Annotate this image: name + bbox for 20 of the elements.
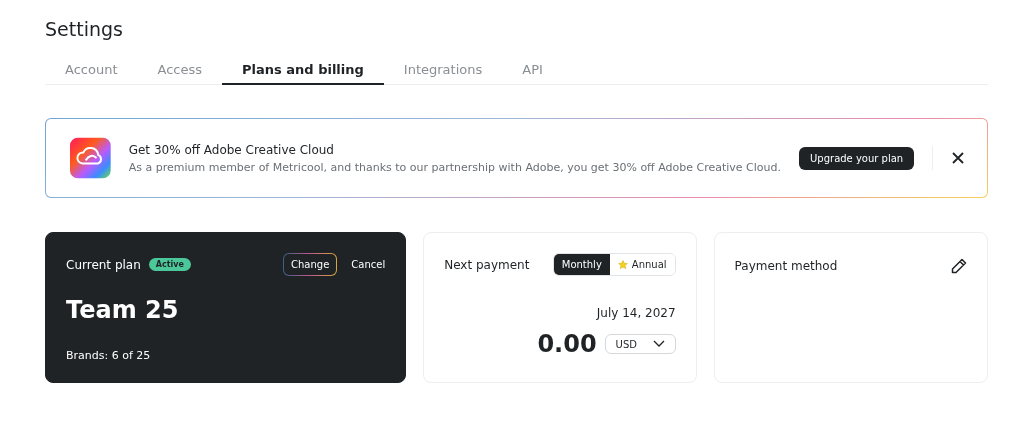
banner-message: As a premium member of Metricool, and thanks to our partnership with Adobe, you get 30% off Adobe Creative Cloud. [128,160,781,174]
payment-amount: 0.00 [537,330,597,358]
pencil-icon[interactable] [951,258,967,274]
payment-date: July 14, 2027 [596,306,676,320]
card-label: Next payment [444,257,530,272]
currency-select[interactable]: USD [604,334,676,354]
cancel-button[interactable]: Cancel [345,254,386,275]
chevron-down-icon [652,340,665,348]
period-toggle[interactable]: Monthly [553,254,610,275]
card-label: Payment method [734,259,838,273]
plan-name: Team 25 [66,296,180,324]
banner-title: Get 30% off Adobe Creative Cloud [128,142,335,157]
status-badge: Active [148,258,191,271]
card-label: Current plan [66,257,141,272]
brands-count: Brands: 6 of 25 [66,349,152,362]
tab[interactable]: Plans and billing [222,62,384,85]
upgrade-button[interactable]: Upgrade your plan [799,146,915,170]
page-title: Settings [45,18,124,40]
close-icon[interactable] [951,151,965,165]
change-button[interactable]: Change [283,253,338,276]
